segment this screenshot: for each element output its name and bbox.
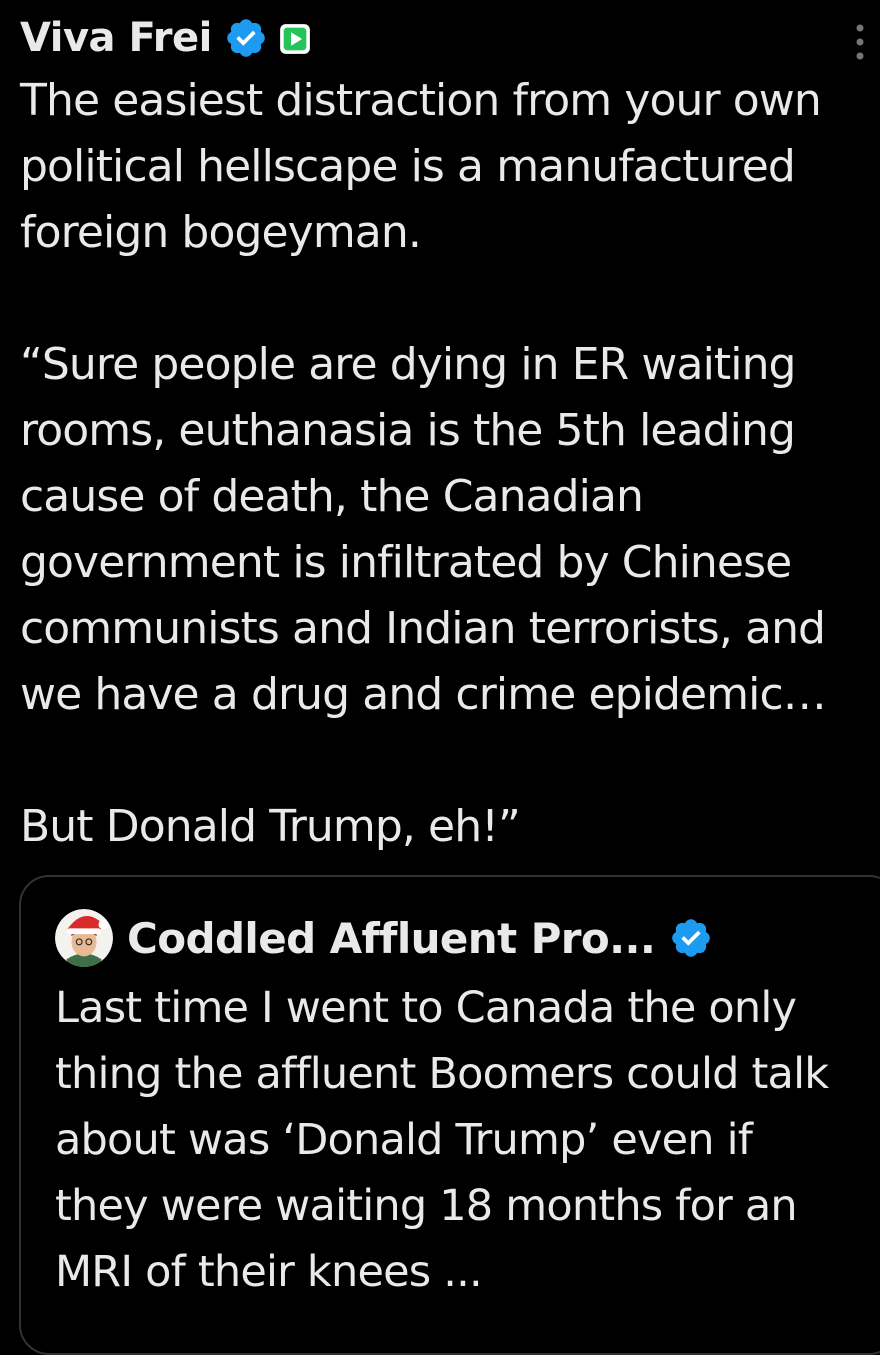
verified-badge-icon[interactable]	[224, 16, 268, 60]
verified-badge-icon[interactable]	[669, 916, 713, 960]
quoted-tweet-card[interactable]: Coddled Affluent Pro... Last time I went…	[19, 875, 880, 1355]
tweet-text: The easiest distraction from your own po…	[20, 75, 827, 852]
avatar[interactable]	[55, 909, 113, 967]
play-badge-icon[interactable]	[278, 22, 312, 56]
author-name[interactable]: Viva Frei	[20, 10, 212, 66]
tweet-header: Viva Frei	[20, 10, 312, 66]
quoted-tweet-text: Last time I went to Canada the only thin…	[55, 983, 829, 1297]
quoted-author-name[interactable]: Coddled Affluent Pro...	[127, 914, 656, 963]
more-vertical-icon[interactable]	[852, 22, 868, 62]
tweet[interactable]: Viva Frei The easiest distraction from y…	[0, 0, 880, 1355]
quoted-tweet-header: Coddled Affluent Pro...	[55, 907, 713, 969]
